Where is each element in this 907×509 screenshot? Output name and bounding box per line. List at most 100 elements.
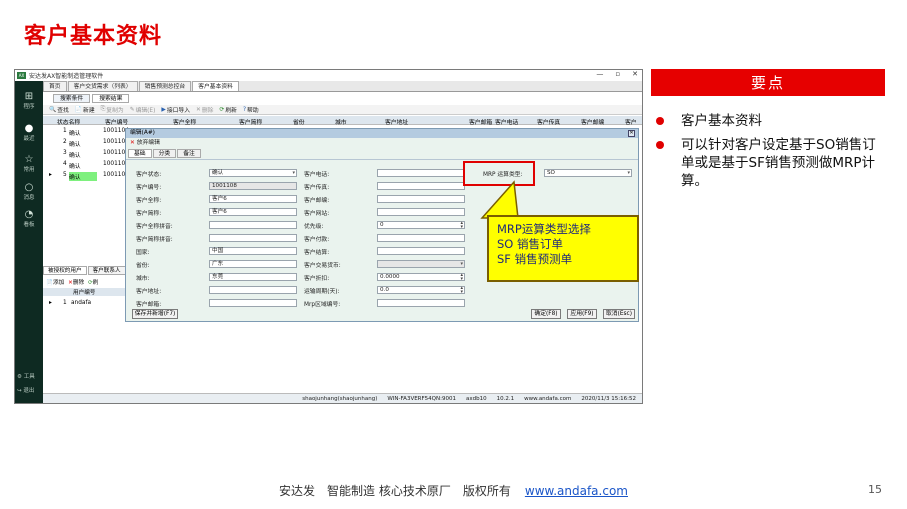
tab-customer-contacts[interactable]: 客户联系人 xyxy=(87,266,126,275)
edit-button[interactable]: ✎ 编辑(E) xyxy=(130,105,156,115)
sidebar-item-tools[interactable]: ⚙ 工具 xyxy=(15,372,43,380)
priority-stepper[interactable]: 0 ▴ ▾ xyxy=(377,221,465,230)
tab-forecast-console[interactable]: 销售预测总控台 xyxy=(138,81,192,91)
close-button[interactable]: ✕ xyxy=(632,70,638,78)
lower-refresh-button[interactable]: ⟳刷 xyxy=(88,278,98,286)
tab-customer-basic[interactable]: 客户基本资料 xyxy=(192,81,239,91)
sidebar-item-exit[interactable]: ↪ 退出 xyxy=(15,386,43,394)
lower-delete-button[interactable]: ✕删除 xyxy=(68,278,84,286)
fax-field[interactable] xyxy=(377,182,465,190)
help-button[interactable]: ? 帮助 xyxy=(243,105,259,115)
tab-category[interactable]: 分类 xyxy=(152,149,177,158)
city-label: 城市: xyxy=(136,276,150,282)
maximize-button[interactable]: ▫ xyxy=(615,70,620,78)
status-db: axdb10 xyxy=(465,395,487,402)
sidebar-item-messages[interactable]: ○ 消息 xyxy=(15,182,43,201)
status-bar: shaojunhang(shaojunhang) WIN-FA3VERF54QN… xyxy=(43,393,642,403)
refresh-icon: ⟳ xyxy=(219,106,225,113)
address-field[interactable] xyxy=(209,286,297,294)
col-header[interactable]: 客户电话 xyxy=(495,117,518,126)
discount-stepper[interactable]: 0.0000 ▴ ▾ xyxy=(377,273,465,282)
save-and-new-button[interactable]: 保存并新增(F7) xyxy=(132,309,178,319)
sidebar-item-programs[interactable]: ⊞ 程序 xyxy=(15,91,43,110)
customer-shortname-label: 客户简称: xyxy=(136,211,162,217)
currency-select[interactable]: ▾ xyxy=(377,260,465,268)
col-header[interactable]: 省份 xyxy=(293,117,305,126)
tab-basic[interactable]: 基础 xyxy=(128,149,152,158)
transport-days-stepper[interactable]: 0.0 ▴ ▾ xyxy=(377,286,465,295)
find-button[interactable]: 🔍 查找 xyxy=(49,105,69,115)
new-button[interactable]: 📄 新建 xyxy=(75,105,95,115)
import-button[interactable]: ▶ 接口导入 xyxy=(161,105,190,115)
phone-label: 客户电话: xyxy=(304,172,330,178)
discard-edit-button[interactable]: ✕ 放弃编辑 xyxy=(126,139,638,148)
currency-label: 客户交易货币: xyxy=(304,263,341,269)
zip-field[interactable] xyxy=(377,195,465,203)
phone-field[interactable] xyxy=(377,169,465,177)
country-label: 国家: xyxy=(136,250,150,256)
copy-as-button[interactable]: ⎘ 复制为 xyxy=(101,105,124,114)
footer-link[interactable]: www.andafa.com xyxy=(525,484,628,498)
col-header[interactable]: 城市 xyxy=(335,117,347,126)
cancel-button[interactable]: 取消(Esc) xyxy=(603,309,635,319)
settlement-field[interactable] xyxy=(377,247,465,255)
customer-status-label: 客户状态: xyxy=(136,172,162,178)
col-header[interactable]: 客户全称 xyxy=(173,117,196,126)
tab-notes[interactable]: 备注 xyxy=(177,149,201,158)
sidebar-item-dashboard[interactable]: ◔ 看板 xyxy=(15,209,43,228)
add-button[interactable]: 📄添加 xyxy=(46,278,64,286)
spinner-icon[interactable]: ▴ ▾ xyxy=(460,221,463,230)
website-label: 客户网站: xyxy=(304,211,330,217)
province-field[interactable]: 广东 xyxy=(209,260,297,268)
minimize-button[interactable]: — xyxy=(596,70,603,78)
fax-label: 客户传真: xyxy=(304,185,330,191)
settlement-label: 客户结算: xyxy=(304,250,330,256)
tab-search-results[interactable]: 搜索结果 xyxy=(92,94,130,103)
footer-tagline: 智能制造 核心技术原厂 xyxy=(327,484,451,498)
refresh-button[interactable]: ⟳ 刷新 xyxy=(219,105,236,115)
dialog-close-button[interactable]: ✕ xyxy=(628,130,635,137)
payment-field[interactable] xyxy=(377,234,465,242)
customer-code-field[interactable]: 1001108 xyxy=(209,182,297,190)
spinner-icon[interactable]: ▴ ▾ xyxy=(460,273,463,282)
dialog-tabs: 基础 分类 备注 xyxy=(126,149,638,158)
mrp-type-select[interactable]: SO ▾ xyxy=(544,169,632,177)
row-pointer-icon: ▸ xyxy=(49,172,52,178)
delete-button[interactable]: ✕ 删除 xyxy=(196,105,213,115)
customer-shortname-field[interactable]: 客户6 xyxy=(209,208,297,216)
col-header[interactable]: 客户地址 xyxy=(385,117,408,126)
col-header[interactable]: 客户简称 xyxy=(239,117,262,126)
callout-line: MRP运算类型选择 xyxy=(497,222,591,236)
ok-button[interactable]: 确定(F8) xyxy=(531,309,561,319)
customer-status-select[interactable]: 确认 ▾ xyxy=(209,169,297,177)
transport-days-label: 运输周期(天): xyxy=(304,289,340,295)
col-header[interactable]: 状态名称 xyxy=(57,117,80,126)
col-header[interactable]: 客户邮编 xyxy=(581,117,604,126)
website-field[interactable] xyxy=(377,208,465,216)
sidebar-item-recent[interactable]: ● 最近 xyxy=(15,123,43,142)
mrp-region-field[interactable] xyxy=(377,299,465,307)
sidebar-item-favorites[interactable]: ☆ 常用 xyxy=(15,154,43,173)
priority-label: 优先级: xyxy=(304,224,324,230)
tab-home[interactable]: 首页 xyxy=(43,81,67,91)
tab-delivery-demand[interactable]: 客户交货需求（列表） xyxy=(67,81,138,91)
discard-icon: ✕ xyxy=(130,140,135,146)
callout-line: SO 销售订单 xyxy=(497,237,564,251)
grid-icon: ⊞ xyxy=(24,91,34,102)
email-field[interactable] xyxy=(209,299,297,307)
col-header[interactable]: 客户编号 xyxy=(105,117,128,126)
customer-fullname-label: 客户全称: xyxy=(136,198,162,204)
col-header[interactable]: 客户传真 xyxy=(537,117,560,126)
country-field[interactable]: 中国 xyxy=(209,247,297,255)
tab-search-conditions[interactable]: 搜索条件 xyxy=(53,94,91,103)
tab-authorized-users[interactable]: 被授权的用户 xyxy=(43,266,87,275)
shortname-pinyin-field[interactable] xyxy=(209,234,297,242)
city-field[interactable]: 东莞 xyxy=(209,273,297,281)
key-points-header: 要点 xyxy=(651,69,885,96)
discount-label: 客户折扣: xyxy=(304,276,330,282)
fullname-pinyin-field[interactable] xyxy=(209,221,297,229)
customer-fullname-field[interactable]: 客户6 xyxy=(209,195,297,203)
col-header[interactable]: 客户邮箱 xyxy=(469,117,492,126)
apply-button[interactable]: 应用(F9) xyxy=(567,309,597,319)
spinner-icon[interactable]: ▴ ▾ xyxy=(460,286,463,295)
